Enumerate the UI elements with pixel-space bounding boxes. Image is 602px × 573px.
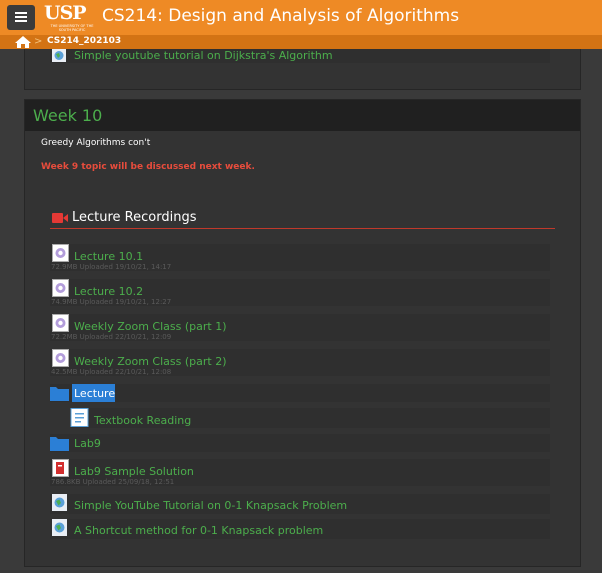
activity-row[interactable]: Simple YouTube Tutorial on 0-1 Knapsack … xyxy=(50,494,550,514)
folder-row[interactable]: Lecture xyxy=(50,384,550,402)
hamburger-icon[interactable] xyxy=(7,5,35,30)
file-meta: 72.2MB Uploaded 22/10/21, 12:09 xyxy=(51,333,172,341)
activity-row[interactable]: Lecture 10.1 72.9MB Uploaded 19/10/21, 1… xyxy=(50,244,550,271)
pdf-file-icon xyxy=(52,459,69,477)
top-navbar: USP THE UNIVERSITY OF THE SOUTH PACIFIC … xyxy=(0,0,602,35)
folder-link[interactable]: Lab9 xyxy=(74,437,101,450)
activity-row[interactable]: Weekly Zoom Class (part 2) 42.5MB Upload… xyxy=(50,349,550,376)
usp-logo[interactable]: USP THE UNIVERSITY OF THE SOUTH PACIFIC xyxy=(44,2,98,32)
week-note: Week 9 topic will be discussed next week… xyxy=(41,162,255,172)
video-file-icon xyxy=(52,279,69,297)
activity-row[interactable]: Simple youtube tutorial on Dijkstra's Al… xyxy=(50,49,550,63)
activity-row[interactable]: Lecture 10.2 74.9MB Uploaded 19/10/21, 1… xyxy=(50,279,550,306)
video-file-icon xyxy=(52,314,69,332)
folder-icon xyxy=(50,437,69,451)
url-globe-icon xyxy=(52,519,67,536)
activity-link[interactable]: Textbook Reading xyxy=(94,414,191,427)
activity-link[interactable]: Weekly Zoom Class (part 2) xyxy=(74,355,226,368)
activity-link[interactable]: Simple youtube tutorial on Dijkstra's Al… xyxy=(74,49,333,62)
week-header: Week 10 xyxy=(25,100,580,131)
breadcrumb-separator: > xyxy=(34,36,43,47)
url-globe-icon xyxy=(52,494,67,511)
activity-link[interactable]: Lab9 Sample Solution xyxy=(74,465,194,478)
file-meta: 42.5MB Uploaded 22/10/21, 12:08 xyxy=(51,368,172,376)
week-title[interactable]: Week 10 xyxy=(33,106,102,125)
previous-week-section: Simple youtube tutorial on Dijkstra's Al… xyxy=(24,49,581,90)
page-icon xyxy=(70,408,89,427)
file-meta: 786.8KB Uploaded 25/09/18, 12:51 xyxy=(51,478,175,486)
lecture-recordings-heading: Lecture Recordings xyxy=(50,210,555,229)
breadcrumb: > CS214_202103 xyxy=(0,35,602,49)
folder-icon xyxy=(50,387,69,401)
activity-link[interactable]: A Shortcut method for 0-1 Knapsack probl… xyxy=(74,524,323,537)
folder-row[interactable]: Lab9 xyxy=(50,434,550,452)
activity-row[interactable]: Weekly Zoom Class (part 1) 72.2MB Upload… xyxy=(50,314,550,341)
file-meta: 74.9MB Uploaded 19/10/21, 12:27 xyxy=(51,298,172,306)
video-file-icon xyxy=(52,244,69,262)
week-description: Greedy Algorithms con't xyxy=(41,138,151,148)
activity-link[interactable]: Lecture 10.1 xyxy=(74,250,143,263)
activity-link[interactable]: Weekly Zoom Class (part 1) xyxy=(74,320,226,333)
video-camera-icon xyxy=(52,213,68,223)
week-section: Week 10 Greedy Algorithms con't Week 9 t… xyxy=(24,99,581,567)
file-meta: 72.9MB Uploaded 19/10/21, 14:17 xyxy=(51,263,172,271)
video-file-icon xyxy=(52,349,69,367)
folder-link[interactable]: Lecture xyxy=(74,387,115,400)
activity-link[interactable]: Simple YouTube Tutorial on 0-1 Knapsack … xyxy=(74,499,347,512)
course-title[interactable]: CS214: Design and Analysis of Algorithms xyxy=(102,6,459,26)
activity-row[interactable]: Lab9 Sample Solution 786.8KB Uploaded 25… xyxy=(50,459,550,486)
activity-row[interactable]: A Shortcut method for 0-1 Knapsack probl… xyxy=(50,519,550,539)
activity-link[interactable]: Lecture 10.2 xyxy=(74,285,143,298)
activity-row[interactable]: Textbook Reading xyxy=(70,408,550,428)
breadcrumb-course-link[interactable]: CS214_202103 xyxy=(47,36,121,46)
url-globe-icon xyxy=(52,49,66,62)
home-icon[interactable] xyxy=(15,36,31,48)
